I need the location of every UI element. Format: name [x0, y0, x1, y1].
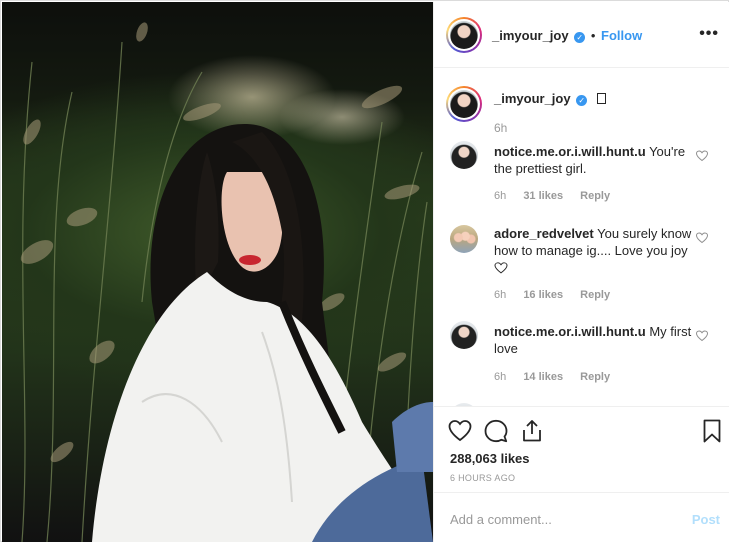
comment-input[interactable]: Add a comment...	[450, 512, 552, 527]
like-comment-heart-icon[interactable]	[696, 150, 708, 162]
comment-meta: 6h 16 likes Reply	[494, 289, 624, 301]
add-comment-bar: Add a comment... Post	[434, 492, 729, 542]
unknown-emoji-icon	[596, 93, 606, 104]
post-photo[interactable]	[2, 2, 433, 542]
verified-badge-icon: ✓	[574, 32, 586, 43]
comment-time: 6h	[494, 190, 507, 202]
comments-list[interactable]: _imyour_joy ✓ 6h notice.me.or.i.will.hun…	[434, 69, 729, 406]
author-username[interactable]: _imyour_joy	[492, 28, 569, 43]
comment-meta: 6h 14 likes Reply	[494, 371, 624, 383]
follow-button[interactable]: Follow	[601, 28, 642, 43]
post-actions: 288,063 likes 6 HOURS AGO	[434, 406, 729, 492]
comment-likes[interactable]: 31 likes	[523, 190, 563, 202]
author-avatar-image	[450, 21, 478, 49]
separator-dot: •	[590, 28, 596, 43]
comment-body: notice.me.or.i.will.hunt.u My first love	[494, 323, 699, 357]
comment-likes[interactable]: 14 likes	[523, 371, 563, 383]
like-comment-heart-icon[interactable]	[696, 232, 708, 244]
instagram-post: _imyour_joy ✓ • Follow ••• _imyour_joy ✓…	[0, 0, 729, 542]
reply-button[interactable]: Reply	[580, 190, 610, 202]
comment-avatar[interactable]	[450, 141, 478, 169]
caption-line: _imyour_joy ✓	[494, 91, 606, 106]
comment-likes[interactable]: 16 likes	[523, 289, 563, 301]
author-avatar[interactable]	[446, 17, 482, 53]
comment-bubble-icon[interactable]	[484, 419, 508, 443]
caption-username[interactable]: _imyour_joy	[494, 91, 571, 106]
save-bookmark-icon[interactable]	[700, 419, 724, 443]
reply-button[interactable]: Reply	[580, 371, 610, 383]
like-count[interactable]: 288,063 likes	[450, 451, 530, 466]
post-time-ago[interactable]: 6 HOURS AGO	[450, 473, 515, 483]
reply-button[interactable]: Reply	[580, 289, 610, 301]
comment-meta: 6h 31 likes Reply	[494, 190, 624, 202]
post-header: _imyour_joy ✓ • Follow •••	[434, 2, 729, 68]
caption-avatar[interactable]	[446, 86, 482, 122]
comment-body: notice.me.or.i.will.hunt.u You're the pr…	[494, 143, 699, 177]
post-sidebar: _imyour_joy ✓ • Follow ••• _imyour_joy ✓…	[433, 2, 729, 542]
author-line: _imyour_joy ✓ • Follow	[492, 28, 642, 43]
comment-username[interactable]: notice.me.or.i.will.hunt.u	[494, 144, 646, 159]
comment-avatar[interactable]	[450, 321, 478, 349]
comment-avatar[interactable]	[450, 225, 478, 253]
more-options-icon[interactable]: •••	[699, 26, 719, 42]
comment-time: 6h	[494, 371, 507, 383]
comment-body: adore_redvelvet You surely know how to m…	[494, 225, 699, 276]
comment-time: 6h	[494, 289, 507, 301]
like-heart-icon[interactable]	[448, 419, 472, 443]
caption-avatar-image	[450, 90, 478, 118]
comment-username[interactable]: notice.me.or.i.will.hunt.u	[494, 324, 646, 339]
photo-illustration	[20, 22, 433, 542]
heart-emoji-icon	[494, 262, 508, 274]
post-comment-button[interactable]: Post	[692, 512, 720, 527]
caption-time: 6h	[494, 121, 508, 135]
like-comment-heart-icon[interactable]	[696, 330, 708, 342]
verified-badge-icon: ✓	[576, 95, 588, 106]
comment-username[interactable]: adore_redvelvet	[494, 226, 594, 241]
share-upload-icon[interactable]	[520, 419, 544, 443]
